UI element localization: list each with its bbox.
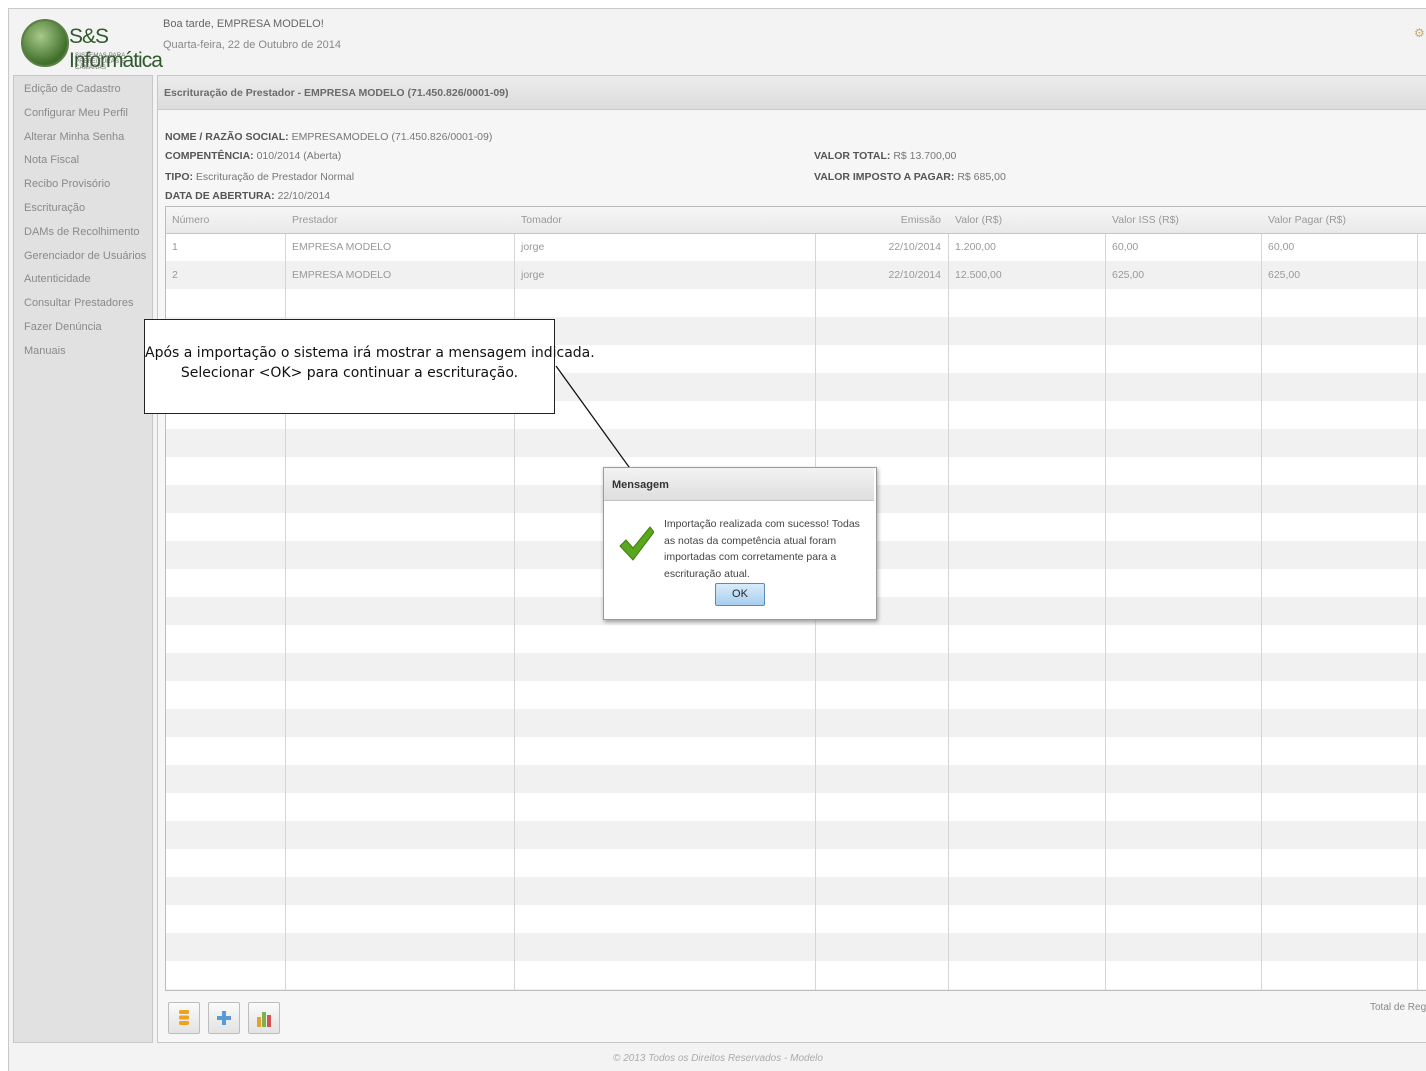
sidebar-item-1[interactable]: Configurar Meu Perfil xyxy=(14,104,152,128)
valor-imposto-label: VALOR IMPOSTO A PAGAR: xyxy=(814,171,955,183)
table-cell: 12.500,00 xyxy=(955,269,1002,281)
table-cell: 1.200,00 xyxy=(955,241,996,253)
sidebar-item-6[interactable]: DAMs de Recolhimento xyxy=(14,223,152,247)
column-divider xyxy=(948,207,949,990)
column-header-2[interactable]: Tomador xyxy=(515,207,816,233)
grid-stripe xyxy=(166,877,1426,905)
table-cell: 1 xyxy=(172,241,178,253)
grid-stripe xyxy=(166,933,1426,961)
grid-stripe xyxy=(166,625,1426,653)
sidebar-item-4[interactable]: Recibo Provisório xyxy=(14,175,152,199)
checkmark-icon xyxy=(619,526,654,561)
info-tipo: TIPO: Escrituração de Prestador Normal xyxy=(165,171,354,183)
abertura-value: 22/10/2014 xyxy=(277,190,331,202)
grid-stripe xyxy=(166,989,1426,990)
table-cell: jorge xyxy=(521,241,545,253)
grid-stripe xyxy=(166,905,1426,933)
column-divider xyxy=(1105,207,1106,990)
settings-icon[interactable]: ⚙ xyxy=(1414,26,1426,40)
sidebar-item-9[interactable]: Consultar Prestadores xyxy=(14,294,152,318)
valor-imposto-value: R$ 685,00 xyxy=(957,171,1006,183)
grid-stripe xyxy=(166,709,1426,737)
tipo-value: Escrituração de Prestador Normal xyxy=(195,171,355,183)
grid-stripe xyxy=(166,737,1426,765)
valor-total-label: VALOR TOTAL: xyxy=(814,150,891,162)
grid-stripe xyxy=(166,793,1426,821)
info-competencia: COMPENTÊNCIA: 010/2014 (Aberta) xyxy=(165,150,341,162)
grid-stripe xyxy=(166,681,1426,709)
grid-stripe xyxy=(166,849,1426,877)
info-valor-imposto: VALOR IMPOSTO A PAGAR: R$ 685,00 xyxy=(814,171,1006,183)
column-header-3[interactable]: Emissão xyxy=(816,207,949,233)
logo: S&S Informática SISTEMAS PARA PREFEITURA… xyxy=(21,19,163,72)
header: S&S Informática SISTEMAS PARA PREFEITURA… xyxy=(9,9,1426,73)
dialog-message: Importação realizada com sucesso! Todas … xyxy=(664,518,860,580)
tutorial-annotation: Após a importação o sistema irá mostrar … xyxy=(144,319,595,414)
tipo-label: TIPO: xyxy=(165,171,193,183)
add-button[interactable] xyxy=(208,1002,240,1034)
info-valor-total: VALOR TOTAL: R$ 13.700,00 xyxy=(814,150,956,162)
dialog-title: Mensagem xyxy=(604,468,874,501)
chart-icon xyxy=(257,1012,271,1027)
annotation-line-1: Após a importação o sistema irá mostrar … xyxy=(145,345,595,361)
abertura-label: DATA DE ABERTURA: xyxy=(165,190,275,202)
date-text: Quarta-feira, 22 de Outubro de 2014 xyxy=(163,39,341,51)
table-cell: EMPRESA MODELO xyxy=(292,241,392,253)
info-abertura: DATA DE ABERTURA: 22/10/2014 xyxy=(165,190,330,202)
valor-total-value: R$ 13.700,00 xyxy=(893,150,957,162)
ok-button[interactable]: OK xyxy=(715,583,765,606)
nome-value: EMPRESAMODELO (71.450.826/0001-09) xyxy=(291,131,493,143)
table-cell: 625,00 xyxy=(1112,269,1145,281)
message-dialog: Mensagem Importação realizada com sucess… xyxy=(603,467,877,620)
table-cell: 22/10/2014 xyxy=(888,269,941,281)
grid-stripe xyxy=(166,961,1426,989)
competencia-label: COMPENTÊNCIA: xyxy=(165,150,254,162)
total-records-label: Total de Regi xyxy=(1370,1002,1426,1013)
table-cell: 60,00 xyxy=(1112,241,1139,253)
plus-icon xyxy=(217,1011,231,1025)
column-header-6[interactable]: Valor Pagar (R$) xyxy=(1262,207,1418,233)
footer-copyright: © 2013 Todos os Direitos Reservados - Mo… xyxy=(613,1053,823,1064)
sidebar-item-3[interactable]: Nota Fiscal xyxy=(14,151,152,175)
nome-label: NOME / RAZÃO SOCIAL: xyxy=(165,131,289,143)
sidebar-item-2[interactable]: Alterar Minha Senha xyxy=(14,128,152,152)
panel-title: Escrituração de Prestador - EMPRESA MODE… xyxy=(158,76,1426,110)
sidebar-item-5[interactable]: Escrituração xyxy=(14,199,152,223)
column-divider xyxy=(1261,207,1262,990)
logo-emblem-icon xyxy=(21,19,69,67)
database-icon xyxy=(179,1010,189,1025)
grid-stripe xyxy=(166,653,1426,681)
table-cell: 60,00 xyxy=(1268,241,1295,253)
sidebar-item-0[interactable]: Edição de Cadastro xyxy=(14,80,152,104)
sidebar-item-11[interactable]: Manuais xyxy=(14,342,152,366)
column-divider xyxy=(1417,207,1418,990)
competencia-value: 010/2014 (Aberta) xyxy=(256,150,342,162)
grid-header: Número Prestador Tomador Emissão Valor (R$) V… xyxy=(166,207,1426,234)
annotation-line-2: Selecionar <OK> para continuar a escritu… xyxy=(180,365,519,381)
table-cell: 625,00 xyxy=(1268,269,1301,281)
sidebar-item-7[interactable]: Gerenciador de Usuários xyxy=(14,247,152,271)
column-header-5[interactable]: Valor ISS (R$) xyxy=(1106,207,1262,233)
grid-stripe xyxy=(166,821,1426,849)
database-button[interactable] xyxy=(168,1002,200,1034)
grid-stripe xyxy=(166,765,1426,793)
table-cell: jorge xyxy=(521,269,545,281)
logo-tagline: SISTEMAS PARA PREFEITURAS E CÂMARAS xyxy=(75,53,126,71)
table-cell: 22/10/2014 xyxy=(888,241,941,253)
sidebar-item-10[interactable]: Fazer Denúncia xyxy=(14,318,152,342)
column-header-0[interactable]: Número xyxy=(166,207,286,233)
sidebar-item-8[interactable]: Autenticidade xyxy=(14,270,152,294)
table-cell: 2 xyxy=(172,269,178,281)
report-button[interactable] xyxy=(248,1002,280,1034)
column-header-4[interactable]: Valor (R$) xyxy=(949,207,1106,233)
sidebar-menu: Edição de Cadastro Configurar Meu Perfil A… xyxy=(13,75,153,1043)
grid-stripe xyxy=(166,289,1426,317)
greeting-text: Boa tarde, EMPRESA MODELO! xyxy=(163,18,324,30)
table-cell: EMPRESA MODELO xyxy=(292,269,392,281)
info-nome: NOME / RAZÃO SOCIAL: EMPRESAMODELO (71.4… xyxy=(165,131,492,143)
column-header-1[interactable]: Prestador xyxy=(286,207,515,233)
grid-stripe xyxy=(166,429,1426,457)
